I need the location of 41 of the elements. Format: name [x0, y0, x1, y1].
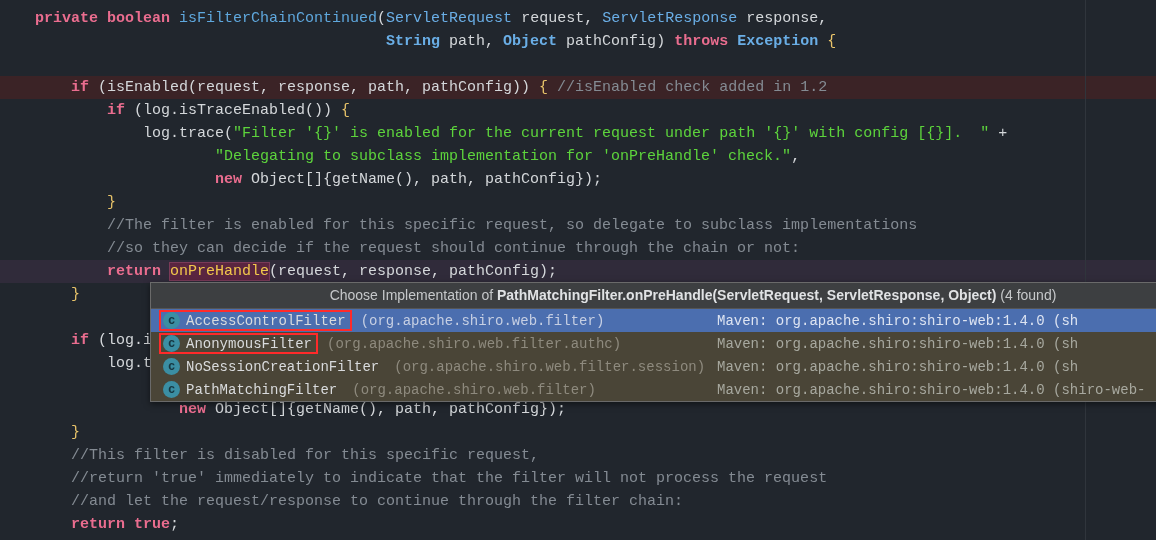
package-name: (org.apache.shiro.web.filter.session) — [394, 358, 706, 375]
implementation-item[interactable]: c AnonymousFilter (org.apache.shiro.web.filter.authc) Maven: org.apache.shiro:shiro-web:1.4.0 (sh — [151, 332, 1156, 355]
code-line: //so they can decide if the request should continue through the chain or not: — [106, 240, 801, 257]
code-line: //and let the request/response to continue through the filter chain: — [70, 493, 684, 510]
class-icon: c — [163, 335, 180, 352]
class-icon: c — [163, 358, 180, 375]
class-name: AccessControlFilter — [186, 312, 346, 329]
code-line: "Delegating to subclass implementation for 'onPreHandle' check.", — [214, 148, 801, 165]
class-icon: c — [163, 312, 180, 329]
code-line: } — [70, 286, 80, 303]
code-line: return onPreHandle(request, response, pathConfig); — [106, 263, 558, 280]
code-line: return true; — [70, 516, 180, 533]
code-line: private boolean isFilterChainContinued(ServletRequest request, ServletResponse response, — [35, 10, 828, 27]
code-line: String path, Object pathConfig) throws Exception { — [385, 33, 837, 50]
code-line: if (isEnabled(request, response, path, pathConfig)) { //isEnabled check added in 1.2 — [70, 79, 828, 96]
code-line: } — [106, 194, 116, 211]
class-name: AnonymousFilter — [186, 335, 313, 352]
code-line: log.trace("Filter '{}' is enabled for the current request under path '{}' with config [{}]. " + — [142, 125, 1008, 142]
code-line: new Object[]{getName(), path, pathConfig}); — [178, 401, 567, 418]
library-source: Maven: org.apache.shiro:shiro-web:1.4.0 (sh — [717, 358, 1079, 375]
code-line: log.t — [106, 355, 153, 372]
class-icon: c — [163, 381, 180, 398]
implementation-item[interactable]: c NoSessionCreationFilter (org.apache.shiro.web.filter.session) Maven: org.apache.shiro:shiro-web:1.4.0 (sh — [151, 355, 1156, 378]
code-line: //return 'true' immediately to indicate that the filter will not process the request — [70, 470, 828, 487]
implementation-item[interactable]: c PathMatchingFilter (org.apache.shiro.web.filter) Maven: org.apache.shiro:shiro-web:1.4.0 (shiro-web- — [151, 378, 1156, 401]
class-name: PathMatchingFilter — [186, 381, 338, 398]
library-source: Maven: org.apache.shiro:shiro-web:1.4.0 (sh — [717, 335, 1079, 352]
code-line: if (log.i — [70, 332, 153, 349]
code-line: //This filter is disabled for this specific request, — [70, 447, 540, 464]
library-source: Maven: org.apache.shiro:shiro-web:1.4.0 (shiro-web- — [717, 381, 1146, 398]
package-name: (org.apache.shiro.web.filter.authc) — [327, 335, 622, 352]
library-source: Maven: org.apache.shiro:shiro-web:1.4.0 (sh — [717, 312, 1079, 329]
code-line: if (log.isTraceEnabled()) { — [106, 102, 351, 119]
code-line: //The filter is enabled for this specific request, so delegate to subclass implementations — [106, 217, 918, 234]
package-name: (org.apache.shiro.web.filter) — [352, 381, 596, 398]
implementation-item[interactable]: c AccessControlFilter (org.apache.shiro.web.filter) Maven: org.apache.shiro:shiro-web:1.4.0 (sh — [151, 309, 1156, 332]
package-name: (org.apache.shiro.web.filter) — [360, 312, 605, 329]
code-line: new Object[]{getName(), path, pathConfig}); — [214, 171, 603, 188]
class-name: NoSessionCreationFilter — [186, 358, 380, 375]
popup-title: Choose Implementation of PathMatchingFilter.onPreHandle(ServletRequest, ServletResponse, Object) (4 found) — [151, 283, 1156, 309]
code-line: } — [70, 424, 80, 441]
